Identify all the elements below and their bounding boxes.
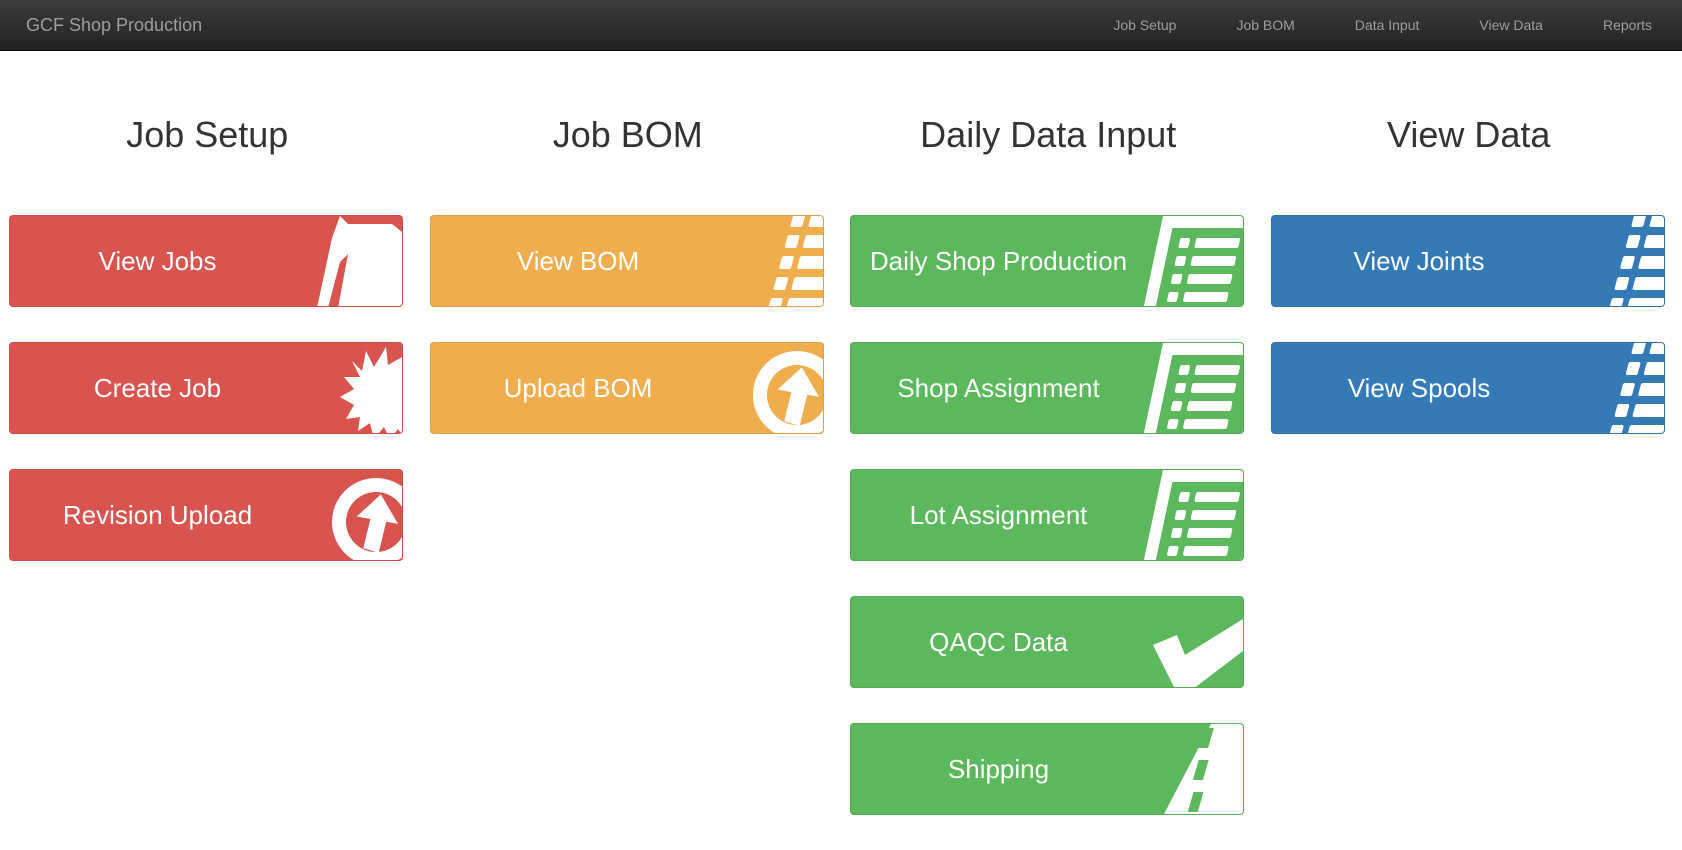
nav-link-data-input[interactable]: Data Input — [1325, 0, 1450, 51]
nav-link-view-data[interactable]: View Data — [1449, 0, 1573, 51]
button-label: Upload BOM — [431, 343, 726, 434]
button-label: Shipping — [851, 724, 1146, 815]
button-label: View Joints — [1272, 216, 1567, 307]
nav-link-reports[interactable]: Reports — [1573, 0, 1682, 51]
upload-circle-icon-graphic — [703, 343, 823, 434]
dashboard-columns: Job Setup View Jobs Create Job Revision … — [0, 51, 1682, 850]
list-icon — [1544, 343, 1664, 434]
list-alt-icon — [1123, 343, 1243, 434]
upload-circle-icon — [703, 343, 823, 434]
shop-assignment-button[interactable]: Shop Assignment — [850, 342, 1244, 434]
section-title: Daily Data Input — [850, 51, 1247, 157]
folder-open-icon-graphic — [282, 216, 402, 307]
button-label: QAQC Data — [851, 597, 1146, 688]
button-label: Daily Shop Production — [851, 216, 1146, 307]
starburst-icon — [282, 343, 402, 434]
checkmark-icon — [1123, 597, 1243, 688]
list-icon-graphic — [1544, 343, 1664, 434]
upload-circle-icon-graphic — [282, 470, 402, 561]
upload-circle-icon — [282, 470, 402, 561]
road-icon — [1123, 724, 1243, 815]
upload-bom-button[interactable]: Upload BOM — [430, 342, 824, 434]
daily-shop-production-button[interactable]: Daily Shop Production — [850, 215, 1244, 307]
top-navbar: GCF Shop Production Job Setup Job BOM Da… — [0, 0, 1682, 51]
section-job-setup: Job Setup View Jobs Create Job Revision … — [0, 51, 421, 850]
starburst-icon-graphic — [282, 343, 402, 434]
folder-open-icon — [282, 216, 402, 307]
view-bom-button[interactable]: View BOM — [430, 215, 824, 307]
button-label: View Spools — [1272, 343, 1567, 434]
view-jobs-button[interactable]: View Jobs — [9, 215, 403, 307]
section-view-data: View Data View Joints View Spools — [1262, 51, 1682, 850]
nav-menu: Job Setup Job BOM Data Input View Data R… — [1083, 0, 1682, 51]
button-label: View BOM — [431, 216, 726, 307]
nav-link-job-bom[interactable]: Job BOM — [1206, 0, 1324, 51]
qaqc-data-button[interactable]: QAQC Data — [850, 596, 1244, 688]
list-alt-icon-graphic — [1123, 216, 1243, 307]
button-label: View Jobs — [10, 216, 305, 307]
section-daily-data-input: Daily Data Input Daily Shop Production S… — [841, 51, 1262, 850]
list-alt-icon — [1123, 470, 1243, 561]
section-title: Job Setup — [9, 51, 406, 157]
brand-link[interactable]: GCF Shop Production — [26, 0, 202, 51]
list-icon-graphic — [1544, 216, 1664, 307]
section-title: View Data — [1271, 51, 1668, 157]
list-alt-icon-graphic — [1123, 343, 1243, 434]
button-label: Shop Assignment — [851, 343, 1146, 434]
view-spools-button[interactable]: View Spools — [1271, 342, 1665, 434]
button-label: Create Job — [10, 343, 305, 434]
shipping-button[interactable]: Shipping — [850, 723, 1244, 815]
create-job-button[interactable]: Create Job — [9, 342, 403, 434]
section-job-bom: Job BOM View BOM Upload BOM — [421, 51, 842, 850]
list-icon — [1544, 216, 1664, 307]
list-icon-graphic — [703, 216, 823, 307]
view-joints-button[interactable]: View Joints — [1271, 215, 1665, 307]
revision-upload-button[interactable]: Revision Upload — [9, 469, 403, 561]
list-icon — [703, 216, 823, 307]
checkmark-icon-graphic — [1123, 597, 1243, 688]
lot-assignment-button[interactable]: Lot Assignment — [850, 469, 1244, 561]
list-alt-icon — [1123, 216, 1243, 307]
list-alt-icon-graphic — [1123, 470, 1243, 561]
road-icon-graphic — [1123, 724, 1243, 815]
button-label: Lot Assignment — [851, 470, 1146, 561]
section-title: Job BOM — [430, 51, 827, 157]
nav-link-job-setup[interactable]: Job Setup — [1083, 0, 1206, 51]
button-label: Revision Upload — [10, 470, 305, 561]
